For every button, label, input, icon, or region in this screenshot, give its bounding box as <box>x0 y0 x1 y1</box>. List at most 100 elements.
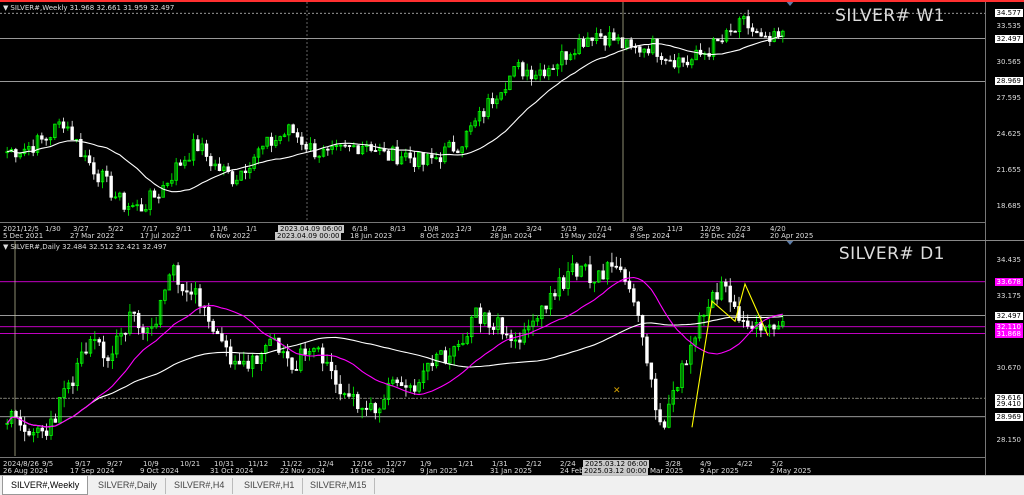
candle-body <box>640 314 645 338</box>
candle-body <box>672 60 677 68</box>
candle-body <box>136 312 141 329</box>
candle-body <box>614 265 619 268</box>
candle-body <box>500 317 505 335</box>
candle-body <box>97 339 101 343</box>
candle-body <box>490 98 495 105</box>
weekly-price-axis[interactable]: 33.535 30.565 27.595 24.625 21.655 18.685 34.5… <box>985 2 1024 240</box>
daily-price-axis[interactable]: 34.435 33.175 30.670 28.150 33.678 32.497 32.1… <box>985 241 1024 475</box>
candle-body <box>178 162 183 166</box>
candle-body <box>44 430 49 436</box>
daily-long-moving-average-line <box>6 315 783 428</box>
candle-body <box>295 132 300 138</box>
pane-collapse-triangle-icon[interactable]: ▼ <box>3 243 8 251</box>
time-axis-label: 6 Nov 2022 <box>210 232 251 240</box>
candle-body <box>189 291 193 295</box>
candle-body <box>746 320 750 327</box>
time-axis-label: 2025.03.12 00:00 <box>582 467 649 475</box>
candle-body <box>629 39 633 47</box>
candle-body <box>141 327 145 333</box>
candle-body <box>649 362 654 380</box>
candle-body <box>347 393 351 397</box>
candle-body <box>728 285 732 303</box>
candle-body <box>763 35 768 38</box>
weekly-chart-pane[interactable]: ▼ SILVER#,Weekly 31.968 32.661 31.959 32.… <box>0 0 1024 240</box>
candle-body <box>373 403 377 414</box>
candle-body <box>185 290 189 293</box>
candle-body <box>681 57 685 63</box>
price-axis-label: 30.670 <box>996 363 1022 372</box>
candle-body <box>529 69 534 80</box>
weekly-time-axis[interactable]: 2021/12/5 1/30 3/27 5/22 7/17 9/11 11/6 1/1 2023… <box>0 222 985 240</box>
pane-collapse-triangle-icon[interactable]: ▼ <box>3 4 8 12</box>
price-level-tag: 29.410 <box>994 400 1023 409</box>
candle-body <box>627 280 632 290</box>
time-axis-label: 9 Oct 2024 <box>140 467 179 475</box>
candle-body <box>269 136 274 146</box>
candle-body <box>356 145 360 155</box>
price-axis-label: 33.535 <box>996 21 1022 30</box>
candle-body <box>542 69 547 77</box>
candle-body <box>720 40 724 43</box>
candle-body <box>71 382 75 387</box>
candle-body <box>724 281 728 287</box>
candle-body <box>255 355 259 364</box>
candle-body <box>544 305 548 310</box>
candle-body <box>618 266 623 271</box>
candle-body <box>198 288 202 307</box>
chart-tab[interactable]: SILVER#,H4 <box>166 478 234 494</box>
chart-tab[interactable]: SILVER#,Daily <box>90 478 166 494</box>
candle-body <box>413 385 417 392</box>
candle-body <box>620 37 625 49</box>
candle-body <box>87 155 92 164</box>
candle-body <box>294 369 299 371</box>
chart-shift-marker-icon[interactable] <box>785 2 795 6</box>
daily-time-axis[interactable]: 2024/8/26 9/5 9/17 9/27 10/9 10/21 10/31 11/12 1… <box>0 457 985 475</box>
daily-plot-area[interactable]: ✕ ▼ SILVER#,Daily 32.484 32.512 32.421 32… <box>0 241 985 456</box>
candle-body <box>152 190 157 198</box>
chart-shift-marker-icon[interactable] <box>785 241 795 245</box>
candle-body <box>386 150 391 161</box>
daily-header: ▼ SILVER#,Daily 32.484 32.512 32.421 32.4… <box>3 243 167 251</box>
candle-body <box>430 362 434 367</box>
candle-body <box>664 59 668 61</box>
candle-body <box>729 30 733 33</box>
candle-body <box>53 418 58 423</box>
candle-body <box>220 333 224 342</box>
time-axis-label: 26 Aug 2024 <box>3 467 48 475</box>
chart-tab[interactable]: SILVER#,Weekly <box>2 476 89 495</box>
candle-body <box>291 124 295 134</box>
daily-chart-pane[interactable]: ✕ ▼ SILVER#,Daily 32.484 32.512 32.421 32… <box>0 240 1024 475</box>
price-axis-label: 27.595 <box>996 94 1022 103</box>
time-axis-label: 1/30 <box>45 225 61 233</box>
candle-body <box>399 382 404 387</box>
candle-body <box>553 293 557 297</box>
time-axis-label: 9 Jan 2025 <box>420 467 458 475</box>
chart-tab[interactable]: SILVER#,H1 <box>236 478 304 494</box>
candle-body <box>521 62 525 77</box>
candle-body <box>395 379 399 383</box>
price-axis-label: 24.625 <box>996 130 1022 139</box>
candle-body <box>746 16 750 29</box>
weekly-candles-svg <box>0 2 985 222</box>
candle-body <box>590 37 594 41</box>
time-axis-label: 1/21 <box>458 460 474 468</box>
candle-body <box>478 307 483 324</box>
candle-body <box>285 351 290 359</box>
candle-body <box>456 150 460 154</box>
time-axis-label: 8 Sep 2024 <box>630 232 670 240</box>
candle-body <box>421 151 425 165</box>
candle-body <box>636 301 640 316</box>
candle-body <box>132 311 136 314</box>
price-level-tag: 32.497 <box>994 311 1023 320</box>
weekly-plot-area[interactable]: ▼ SILVER#,Weekly 31.968 32.661 31.959 32.… <box>0 2 985 222</box>
daily-header-text: SILVER#,Daily 32.484 32.512 32.421 32.49… <box>10 243 167 251</box>
candle-body <box>217 163 222 171</box>
time-axis-label: 8/13 <box>390 225 406 233</box>
daily-candles-svg: ✕ <box>0 241 985 456</box>
chart-tab[interactable]: SILVER#,M15 <box>302 478 376 494</box>
candle-body <box>338 383 342 395</box>
candle-body <box>716 38 720 42</box>
price-axis-label: 30.565 <box>996 57 1022 66</box>
candle-body <box>23 424 27 432</box>
candle-body <box>61 121 66 129</box>
